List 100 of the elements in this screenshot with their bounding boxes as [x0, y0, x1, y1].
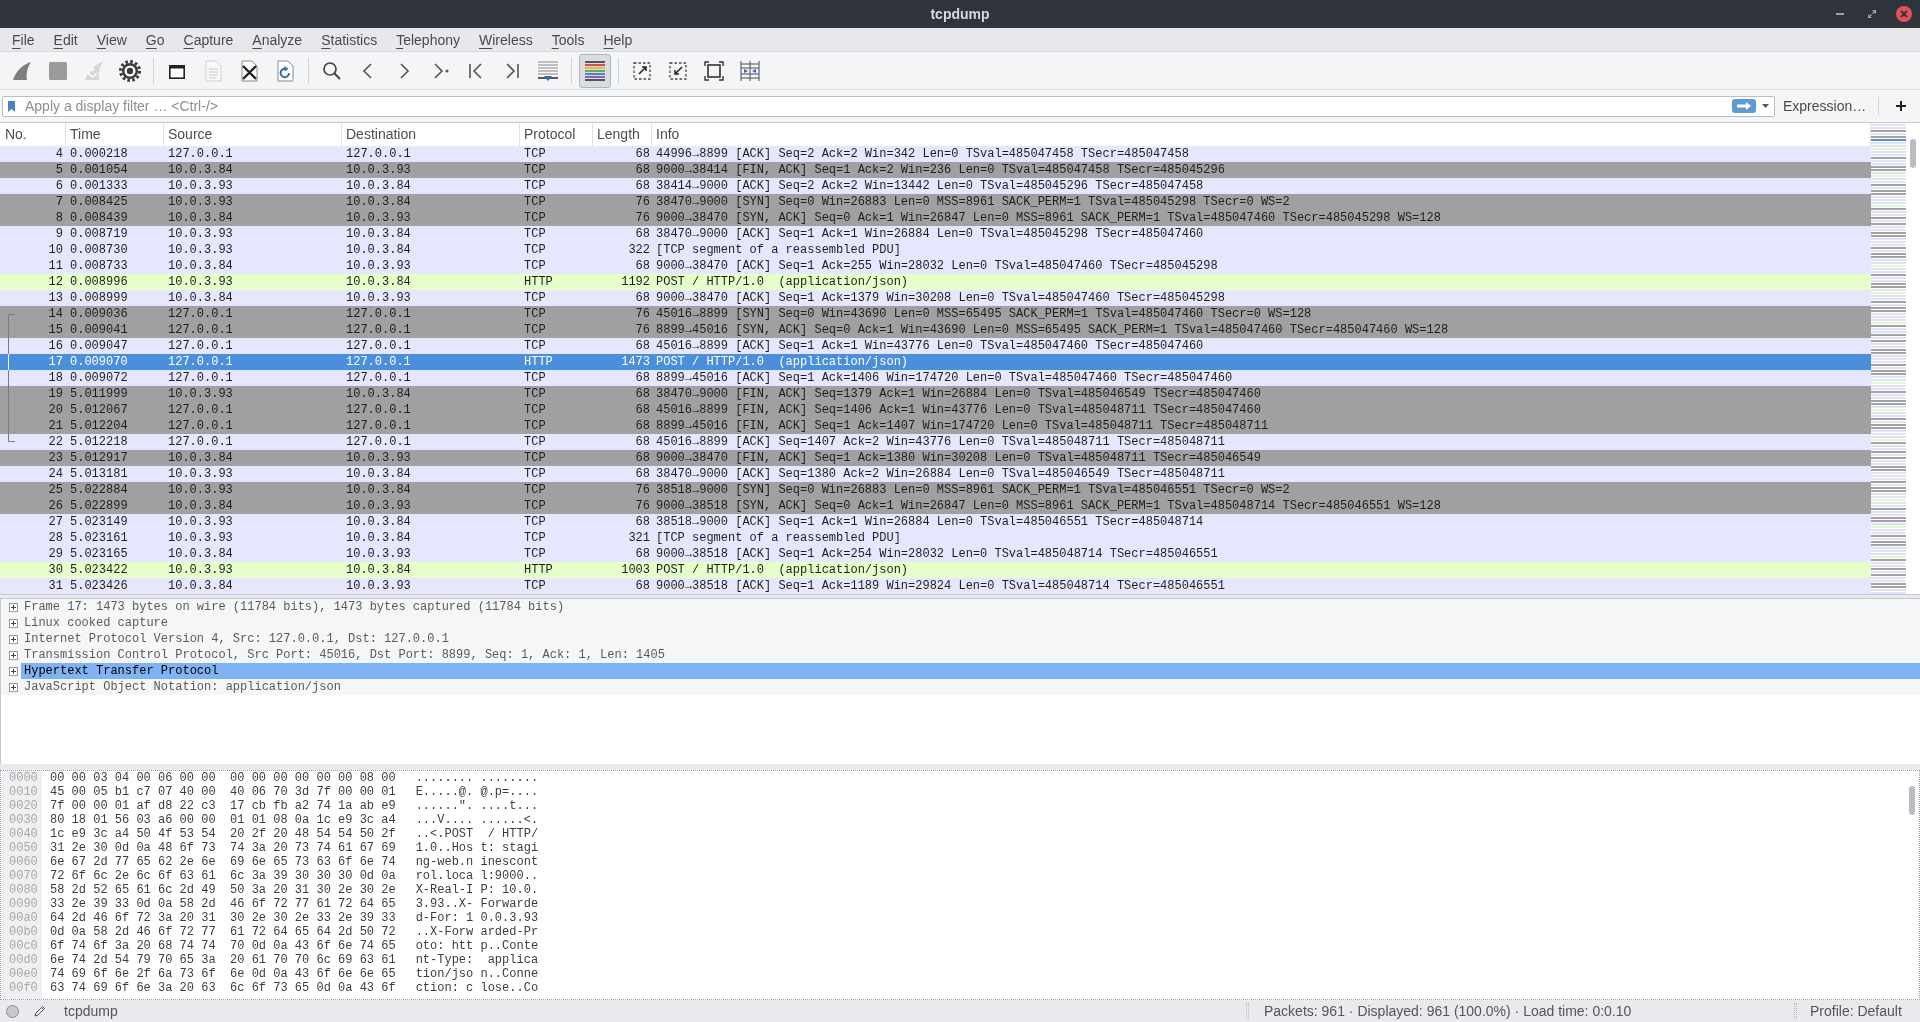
tree-item[interactable]: Internet Protocol Version 4, Src: 127.0.0.1, Dst: 127.0.0.1: [21, 631, 451, 647]
scrollbar-thumb[interactable]: [1910, 139, 1916, 168]
tree-item[interactable]: Transmission Control Protocol, Src Port: 45016, Dst Port: 8899, Seq: 1, Ack: 1, Len: 1405: [21, 647, 667, 663]
menu-item[interactable]: Wireless: [479, 30, 533, 49]
expand-icon[interactable]: [9, 650, 18, 660]
packet-number: 26: [48, 498, 63, 514]
packet-row[interactable]: 14 0.009036 127.0.0.1 127.0.0.1 TCP 76 45016→8899 [SYN] Seq=0 Win=43690 Len=0 MSS=65495 SACK_PERM=1 TSval=485047460 TSecr=0 WS=128: [0, 306, 1871, 322]
packet-number: 6: [55, 178, 63, 194]
packet-row[interactable]: 11 0.008733 10.0.3.84 10.0.3.93 TCP 68 9000→38470 [ACK] Seq=1 Ack=255 Win=28032 Len=0 TSval=485047460 TSecr=485045298: [0, 258, 1871, 274]
packet-row[interactable]: 25 5.022884 10.0.3.93 10.0.3.84 TCP 76 38518→9000 [SYN] Seq=0 Win=26883 Len=0 MSS=8961 SACK_PERM=1 TSval=485046551 TSecr=0 WS=2: [0, 482, 1871, 498]
protocol-name: TCP: [524, 323, 546, 337]
destination-address: 10.0.3.84: [346, 531, 411, 545]
menu-item[interactable]: Help: [603, 30, 633, 49]
menu-item[interactable]: Statistics: [321, 30, 378, 49]
packet-row[interactable]: 23 5.012917 10.0.3.84 10.0.3.93 TCP 68 9000→38470 [FIN, ACK] Seq=1 Ack=1380 Win=30208 Len=0 TSval=485048711 TSecr=485046549: [0, 450, 1871, 466]
tree-item[interactable]: Hypertext Transfer Protocol: [21, 663, 1920, 679]
source-address: 127.0.0.1: [168, 419, 233, 433]
protocol-name: TCP: [524, 243, 546, 257]
packet-row[interactable]: 29 5.023165 10.0.3.84 10.0.3.93 TCP 68 9000→38518 [ACK] Seq=1 Ack=254 Win=28032 Len=0 TSval=485048714 TSecr=485046551: [0, 546, 1871, 562]
packet-number: 27: [48, 514, 63, 530]
packet-row[interactable]: 4 0.000218 127.0.0.1 127.0.0.1 TCP 68 44996→8899 [ACK] Seq=2 Ack=2 Win=342 Len=0 TSval=485047458 TSecr=485047458: [0, 146, 1871, 162]
protocol-name: HTTP: [524, 563, 553, 577]
packet-row[interactable]: 21 5.012204 127.0.0.1 127.0.0.1 TCP 68 8899→45016 [FIN, ACK] Seq=1 Ack=1407 Win=174720 Len=0 TSval=485048711 TSecr=485048711: [0, 418, 1871, 434]
tree-item[interactable]: Linux cooked capture: [21, 615, 171, 631]
timestamp: 0.008425: [70, 195, 128, 209]
packet-row[interactable]: 26 5.022899 10.0.3.84 10.0.3.93 TCP 76 9000→38518 [SYN, ACK] Seq=0 Ack=1 Win=26847 Len=0 MSS=8961 SACK_PERM=1 TSval=485048714 TSecr=485046551 WS=128: [0, 498, 1871, 514]
menu-item[interactable]: Telephony: [396, 30, 460, 49]
source-address: 10.0.3.84: [168, 547, 233, 561]
tree-item[interactable]: Frame 17: 1473 bytes on wire (11784 bits), 1473 bytes captured (11784 bits): [21, 599, 567, 615]
packet-length: 76: [635, 483, 650, 497]
hex-bytes: 6e 74 2d 54 79 70 65 3a 20 61 70 70 6c 69 63 61: [50, 953, 396, 967]
source-address: 10.0.3.93: [168, 387, 233, 401]
packet-row[interactable]: 5 0.001054 10.0.3.84 10.0.3.93 TCP 68 9000→38414 [FIN, ACK] Seq=1 Ack=2 Win=236 Len=0 TSval=485047458 TSecr=485045296: [0, 162, 1871, 178]
source-address: 10.0.3.84: [168, 499, 233, 513]
packet-row[interactable]: 31 5.023426 10.0.3.84 10.0.3.93 TCP 68 9000→38518 [ACK] Seq=1 Ack=1189 Win=29824 Len=0 TSval=485048714 TSecr=485046551: [0, 578, 1871, 594]
packet-row[interactable]: 18 0.009072 127.0.0.1 127.0.0.1 TCP 68 8899→45016 [ACK] Seq=1 Ack=1406 Win=174720 Len=0 TSval=485047460 TSecr=485047460: [0, 370, 1871, 386]
source-address: 127.0.0.1: [168, 403, 233, 417]
packet-row[interactable]: 8 0.008439 10.0.3.84 10.0.3.93 TCP 76 9000→38470 [SYN, ACK] Seq=0 Ack=1 Win=26847 Len=0 MSS=8961 SACK_PERM=1 TSval=485047460 TSecr=485045298 WS=128: [0, 210, 1871, 226]
pencil-icon[interactable]: [34, 1005, 46, 1017]
menu-item[interactable]: View: [96, 30, 127, 49]
destination-address: 127.0.0.1: [346, 435, 411, 449]
profile-label[interactable]: Profile: Default: [1797, 1000, 1902, 1022]
packet-number: 31: [48, 578, 63, 594]
packet-row[interactable]: 19 5.011999 10.0.3.93 10.0.3.84 TCP 68 38470→9000 [FIN, ACK] Seq=1379 Ack=1 Win=26884 Len=0 TSval=485046549 TSecr=485047460: [0, 386, 1871, 402]
destination-address: 10.0.3.84: [346, 227, 411, 241]
timestamp: 0.008999: [70, 291, 128, 305]
packet-row[interactable]: 24 5.013181 10.0.3.93 10.0.3.84 TCP 68 38470→9000 [ACK] Seq=1380 Ack=2 Win=26884 Len=0 TSval=485046549 TSecr=485048711: [0, 466, 1871, 482]
tree-item[interactable]: JavaScript Object Notation: application/json: [21, 679, 343, 695]
packet-row[interactable]: 15 0.009041 127.0.0.1 127.0.0.1 TCP 76 8899→45016 [SYN, ACK] Seq=0 Ack=1 Win=43690 Len=0 MSS=65495 SACK_PERM=1 TSval=485047460 TSecr=485047460 WS=128: [0, 322, 1871, 338]
packet-row[interactable]: 30 5.023422 10.0.3.93 10.0.3.84 HTTP 1003 POST / HTTP/1.0 (application/json): [0, 562, 1871, 578]
capture-file-name: tcpdump: [64, 1001, 118, 1021]
packet-row[interactable]: 7 0.008425 10.0.3.93 10.0.3.84 TCP 76 38470→9000 [SYN] Seq=0 Win=26883 Len=0 MSS=8961 SACK_PERM=1 TSval=485045298 TSecr=0 WS=2: [0, 194, 1871, 210]
byte-offset: 0010: [8, 785, 39, 799]
expand-icon[interactable]: [9, 618, 18, 628]
expression-button[interactable]: Expression…: [1783, 95, 1867, 117]
packet-number: 14: [48, 306, 63, 322]
timestamp: 0.008719: [70, 227, 128, 241]
packet-row[interactable]: 27 5.023149 10.0.3.93 10.0.3.84 TCP 68 38518→9000 [ACK] Seq=1 Ack=1 Win=26884 Len=0 TSval=485046551 TSecr=485048714: [0, 514, 1871, 530]
packet-row[interactable]: 6 0.001333 10.0.3.93 10.0.3.84 TCP 68 38414→9000 [ACK] Seq=2 Ack=2 Win=13442 Len=0 TSval=485045296 TSecr=485047458: [0, 178, 1871, 194]
menu-item[interactable]: Analyze: [252, 30, 303, 49]
protocol-name: TCP: [524, 179, 546, 193]
timestamp: 0.001054: [70, 163, 128, 177]
expand-icon[interactable]: [9, 602, 18, 612]
packet-row[interactable]: 22 5.012218 127.0.0.1 127.0.0.1 TCP 68 45016→8899 [ACK] Seq=1407 Ack=2 Win=43776 Len=0 TSval=485048711 TSecr=485048711: [0, 434, 1871, 450]
destination-address: 10.0.3.84: [346, 275, 411, 289]
expand-icon[interactable]: [9, 666, 18, 676]
packet-row[interactable]: 10 0.008730 10.0.3.93 10.0.3.84 TCP 322 [TCP segment of a reassembled PDU]: [0, 242, 1871, 258]
packet-row[interactable]: 13 0.008999 10.0.3.84 10.0.3.93 TCP 68 9000→38470 [ACK] Seq=1 Ack=1379 Win=30208 Len=0 TSval=485047460 TSecr=485045298: [0, 290, 1871, 306]
menu-item[interactable]: Edit: [53, 30, 78, 49]
packet-row[interactable]: 28 5.023161 10.0.3.93 10.0.3.84 TCP 321 [TCP segment of a reassembled PDU]: [0, 530, 1871, 546]
colorize-button[interactable]: [579, 53, 611, 88]
packet-minimap[interactable]: [1871, 124, 1906, 594]
packet-length: 68: [635, 227, 650, 241]
source-address: 10.0.3.93: [168, 531, 233, 545]
expand-icon[interactable]: [9, 682, 18, 692]
packet-row[interactable]: 12 0.008996 10.0.3.93 10.0.3.84 HTTP 1192 POST / HTTP/1.0 (application/json): [0, 274, 1871, 290]
close-icon: [1896, 6, 1912, 22]
protocol-name: TCP: [524, 467, 546, 481]
source-address: 127.0.0.1: [168, 307, 233, 321]
menu-item[interactable]: File: [12, 30, 35, 49]
protocol-name: TCP: [524, 195, 546, 209]
menu-item[interactable]: Go: [145, 30, 165, 49]
packet-row[interactable]: 20 5.012067 127.0.0.1 127.0.0.1 TCP 68 45016→8899 [FIN, ACK] Seq=1406 Ack=1 Win=43776 Len=0 TSval=485048711 TSecr=485047460: [0, 402, 1871, 418]
hex-bytes: 45 00 05 b1 c7 07 40 00 40 06 70 3d 7f 00 00 01: [50, 785, 396, 799]
source-address: 10.0.3.93: [168, 227, 233, 241]
timestamp: 5.023422: [70, 563, 128, 577]
destination-address: 10.0.3.84: [346, 387, 411, 401]
scrollbar-thumb[interactable]: [1909, 786, 1915, 815]
destination-address: 10.0.3.93: [346, 211, 411, 225]
status-circle-icon[interactable]: [6, 1004, 19, 1018]
menu-item[interactable]: Capture: [183, 30, 234, 49]
packet-number: 19: [48, 386, 63, 402]
timestamp: 5.012917: [70, 451, 128, 465]
hex-bytes: 31 2e 30 0d 0a 48 6f 73 74 3a 20 73 74 61 67 69: [50, 841, 396, 855]
expand-icon[interactable]: [9, 634, 18, 644]
menu-item[interactable]: Tools: [551, 30, 585, 49]
hex-bytes: 58 2d 52 65 61 6c 2d 49 50 3a 20 31 30 2e 30 2e: [50, 883, 396, 897]
packet-row[interactable]: 16 0.009047 127.0.0.1 127.0.0.1 TCP 68 45016→8899 [ACK] Seq=1 Ack=1 Win=43776 Len=0 TSval=485047460 TSecr=485047460: [0, 338, 1871, 354]
packet-number: 10: [48, 242, 63, 258]
packet-row[interactable]: 9 0.008719 10.0.3.93 10.0.3.84 TCP 68 38470→9000 [ACK] Seq=1 Ack=1 Win=26884 Len=0 TSval=485045298 TSecr=485047460: [0, 226, 1871, 242]
